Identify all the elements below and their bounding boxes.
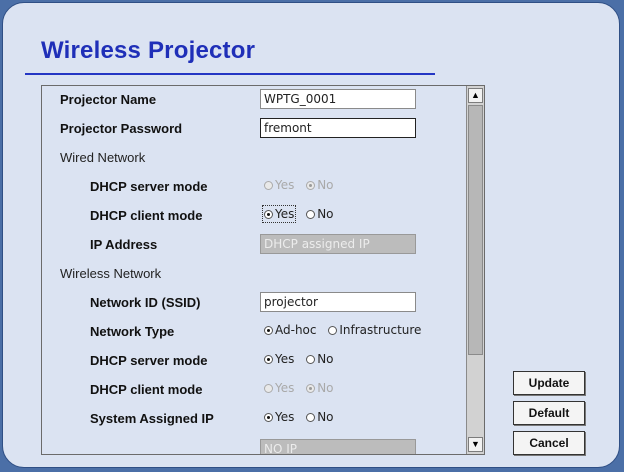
row-wireless-ip-partial: NO IP [42, 436, 464, 454]
wired-dhcp-server-label: DHCP server mode [90, 179, 208, 194]
ssid-label: Network ID (SSID) [90, 295, 201, 310]
radio-icon [264, 210, 273, 219]
radio-label: Yes [275, 352, 295, 366]
wireless-network-heading: Wireless Network [60, 266, 162, 281]
wireless-dhcp-server-radios: Yes No [264, 352, 342, 366]
radio-icon [264, 384, 273, 393]
radio-label: No [317, 207, 334, 221]
row-system-assigned-ip: System Assigned IP Yes No [42, 405, 464, 433]
system-assigned-ip-yes-radio[interactable]: Yes [264, 410, 294, 424]
cancel-button[interactable]: Cancel [513, 431, 585, 455]
wired-dhcp-client-no-radio[interactable]: No [306, 207, 334, 221]
wireless-dhcp-client-no-radio: No [306, 381, 334, 395]
radio-label: Yes [275, 207, 295, 221]
system-assigned-ip-no-radio[interactable]: No [306, 410, 334, 424]
wireless-dhcp-server-no-radio[interactable]: No [306, 352, 334, 366]
radio-icon [264, 326, 273, 335]
settings-panel: Projector Name WPTG_0001 Projector Passw… [41, 85, 485, 455]
wired-dhcp-server-radios: Yes No [264, 178, 342, 192]
radio-icon [264, 355, 273, 364]
radio-icon [306, 181, 316, 190]
default-button[interactable]: Default [513, 401, 585, 425]
projector-name-input[interactable]: WPTG_0001 [260, 89, 416, 109]
update-button[interactable]: Update [513, 371, 585, 395]
dialog-frame: Wireless Projector Projector Name WPTG_0… [2, 2, 620, 468]
wireless-dhcp-client-label: DHCP client mode [90, 382, 203, 397]
projector-name-label: Projector Name [60, 92, 157, 107]
radio-label: No [317, 352, 334, 366]
row-wireless-network: Wireless Network [42, 260, 464, 288]
radio-icon [306, 355, 316, 364]
scroll-thumb[interactable] [468, 105, 483, 355]
radio-label: Ad-hoc [275, 323, 317, 337]
radio-icon [328, 326, 338, 335]
row-ssid: Network ID (SSID) projector [42, 289, 464, 317]
scroll-up-icon[interactable]: ▲ [468, 88, 483, 103]
radio-label: No [317, 410, 334, 424]
wired-ip-label: IP Address [90, 237, 158, 252]
network-type-label: Network Type [90, 324, 175, 339]
wired-dhcp-client-yes-radio[interactable]: Yes [261, 205, 297, 223]
radio-label: Yes [275, 178, 295, 192]
wireless-dhcp-client-yes-radio: Yes [264, 381, 294, 395]
row-wired-ip: IP Address DHCP assigned IP [42, 231, 464, 259]
radio-icon [306, 413, 316, 422]
radio-icon [264, 413, 273, 422]
wireless-dhcp-server-yes-radio[interactable]: Yes [264, 352, 294, 366]
wired-ip-input: DHCP assigned IP [260, 234, 416, 254]
row-network-type: Network Type Ad-hoc Infrastructure [42, 318, 464, 346]
radio-label: No [317, 178, 334, 192]
radio-icon [264, 181, 273, 190]
radio-icon [306, 384, 316, 393]
page-title: Wireless Projector [41, 37, 256, 64]
wireless-dhcp-client-radios: Yes No [264, 381, 342, 395]
network-type-infrastructure-radio[interactable]: Infrastructure [328, 323, 421, 337]
wired-dhcp-server-no-radio: No [306, 178, 334, 192]
system-assigned-ip-radios: Yes No [264, 410, 342, 424]
radio-icon [306, 210, 316, 219]
network-type-adhoc-radio[interactable]: Ad-hoc [264, 323, 317, 337]
radio-label: Infrastructure [339, 323, 422, 337]
row-projector-name: Projector Name WPTG_0001 [42, 86, 464, 114]
row-wired-network: Wired Network [42, 144, 464, 172]
row-wired-dhcp-client: DHCP client mode Yes No [42, 202, 464, 230]
radio-label: No [317, 381, 334, 395]
row-wireless-dhcp-client: DHCP client mode Yes No [42, 376, 464, 404]
wireless-dhcp-server-label: DHCP server mode [90, 353, 208, 368]
wired-dhcp-client-radios: Yes No [261, 205, 342, 223]
network-type-radios: Ad-hoc Infrastructure [264, 323, 429, 337]
system-assigned-ip-label: System Assigned IP [90, 411, 214, 426]
wired-network-heading: Wired Network [60, 150, 146, 165]
row-wired-dhcp-server: DHCP server mode Yes No [42, 173, 464, 201]
projector-password-label: Projector Password [60, 121, 183, 136]
title-divider [25, 73, 435, 75]
wired-dhcp-server-yes-radio: Yes [264, 178, 294, 192]
vertical-scrollbar[interactable]: ▲ ▼ [466, 86, 484, 454]
wireless-ip-input: NO IP [260, 439, 416, 454]
wired-dhcp-client-label: DHCP client mode [90, 208, 203, 223]
radio-label: Yes [275, 410, 295, 424]
row-projector-password: Projector Password fremont [42, 115, 464, 143]
scroll-down-icon[interactable]: ▼ [468, 437, 483, 452]
projector-password-input[interactable]: fremont [260, 118, 416, 138]
ssid-input[interactable]: projector [260, 292, 416, 312]
row-wireless-dhcp-server: DHCP server mode Yes No [42, 347, 464, 375]
radio-label: Yes [275, 381, 295, 395]
